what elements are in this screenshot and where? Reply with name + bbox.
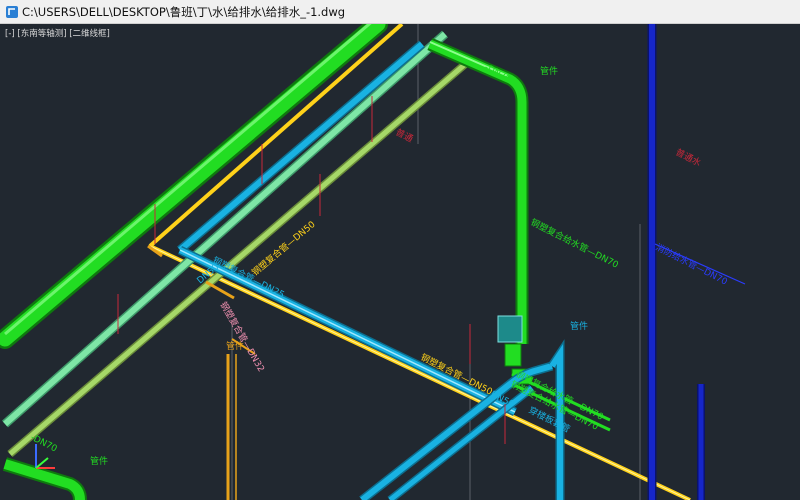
pipe-drawing[interactable]: -DN70 管件 普通 普通水 消防给水管—DN70 钢塑复合给水管—DN70 … bbox=[0, 24, 800, 500]
label-lower-left-green: -DN70 bbox=[29, 433, 59, 455]
olive-pipe[interactable] bbox=[7, 56, 473, 458]
label-vertical-pink: 钢塑复合管—DN32 bbox=[217, 300, 267, 375]
drawing-viewport[interactable]: -DN70 管件 普通 普通水 消防给水管—DN70 钢塑复合给水管—DN70 … bbox=[0, 24, 800, 500]
label-cyan-riser-note: 管件 bbox=[570, 320, 588, 332]
label-lower-left-note: 管件 bbox=[90, 455, 108, 467]
drawing-app-icon bbox=[6, 6, 18, 18]
label-right-red: 普通水 bbox=[674, 146, 704, 169]
green-lower-left-pipe[interactable] bbox=[2, 457, 87, 500]
pipe-annotations: -DN70 管件 普通 普通水 消防给水管—DN70 钢塑复合给水管—DN70 … bbox=[29, 63, 730, 467]
mint-pipe[interactable] bbox=[2, 30, 448, 428]
label-top-green-note: 管件 bbox=[540, 65, 558, 77]
blue-vertical-pipe[interactable] bbox=[647, 24, 746, 500]
label-mid-yellow: 钢塑复合管—DN50 bbox=[249, 218, 318, 278]
title-bar: C:\USERS\DELL\DESKTOP\鲁班\丁\水\给排水\给排水_-1.… bbox=[0, 0, 800, 24]
label-upper-red: 普通 bbox=[394, 126, 415, 145]
view-control-label[interactable]: [-] [东南等轴测] [二维线框] bbox=[5, 27, 110, 39]
window-title: C:\USERS\DELL\DESKTOP\鲁班\丁\水\给排水\给排水_-1.… bbox=[22, 5, 346, 19]
label-top-green: -DN70 bbox=[483, 63, 513, 85]
label-vertical-green: 钢塑复合给水管—DN70 bbox=[529, 216, 621, 271]
label-note-left: 管件 bbox=[226, 340, 244, 352]
label-blue-right: 消防给水管—DN70 bbox=[654, 241, 730, 288]
